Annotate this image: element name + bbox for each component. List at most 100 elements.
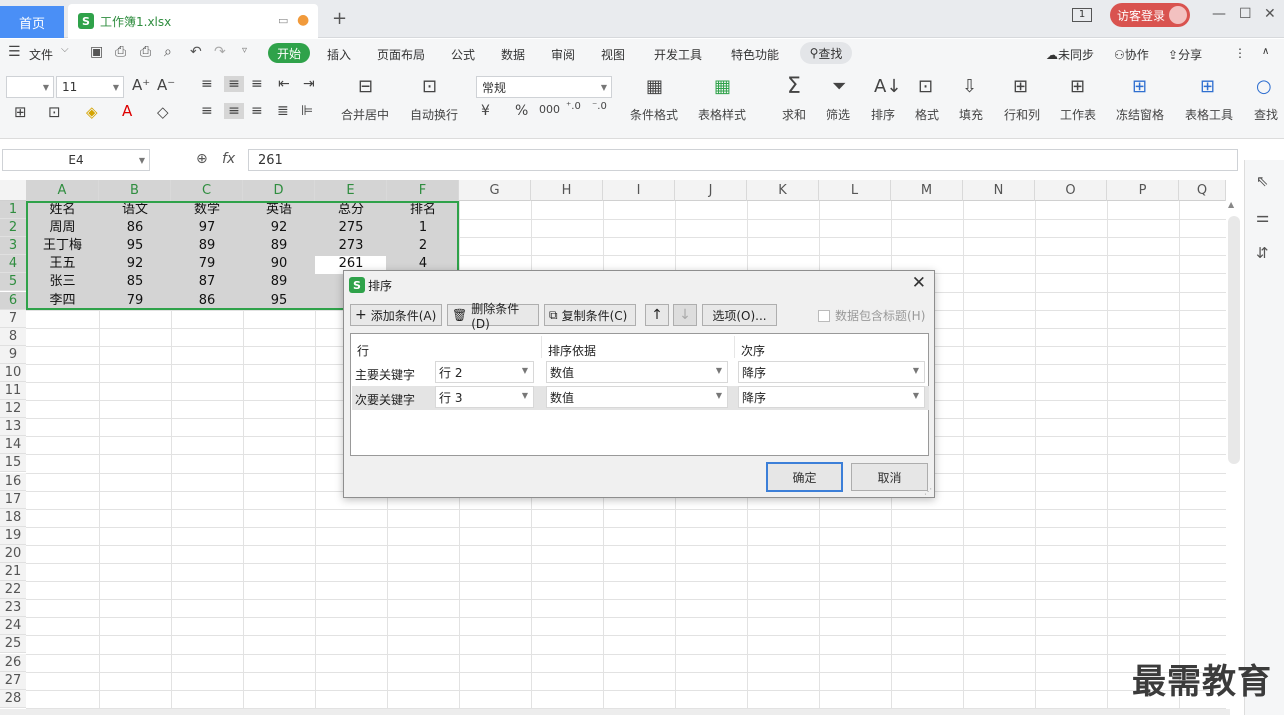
settings-sliders-icon[interactable]: ⚌	[1256, 208, 1269, 226]
column-header-i[interactable]: I	[603, 180, 675, 201]
save-icon[interactable]: ▣	[90, 44, 103, 60]
find-button[interactable]: 查找	[1254, 106, 1284, 123]
row-col-icon[interactable]: ⊞	[1013, 76, 1028, 97]
row-header[interactable]: 22	[0, 581, 26, 599]
collaborate-button[interactable]: ⚇协作	[1114, 46, 1149, 63]
merge-center-button[interactable]: 合并居中	[341, 106, 389, 123]
menu-developer[interactable]: 开发工具	[654, 46, 702, 63]
has-header-checkbox[interactable]: 数据包含标题(H)	[818, 307, 925, 324]
align-left-icon[interactable]: ≡	[201, 103, 213, 119]
page-badge-icon[interactable]: 1	[1072, 8, 1092, 22]
chevron-down-icon[interactable]: ⌵	[61, 44, 69, 55]
home-tab[interactable]: 首页	[0, 6, 64, 38]
fill-button[interactable]: 填充	[959, 106, 983, 123]
secondary-basis-select[interactable]: 数值 ▼	[546, 386, 728, 408]
menu-view[interactable]: 视图	[601, 46, 625, 63]
monitor-icon[interactable]: ▭	[278, 14, 288, 27]
output-icon[interactable]: ⎙	[115, 44, 126, 60]
row-header[interactable]: 4	[0, 255, 26, 273]
secondary-key-select[interactable]: 行 3 ▼	[435, 386, 534, 408]
sort-button[interactable]: 排序	[871, 106, 895, 123]
row-header[interactable]: 18	[0, 509, 26, 527]
merge-center-icon[interactable]: ⊟	[358, 76, 373, 97]
find-icon[interactable]: ○	[1256, 76, 1272, 97]
decrease-font-icon[interactable]: A⁻	[157, 76, 175, 94]
zoom-formula-icon[interactable]: ⊕	[196, 151, 208, 167]
resize-grip-icon[interactable]: ⋰	[924, 487, 932, 496]
number-format-select[interactable]: 常规 ▼	[476, 76, 612, 98]
align-right-icon[interactable]: ≡	[251, 103, 263, 119]
column-header-d[interactable]: D	[243, 180, 315, 201]
table-tools-button[interactable]: 表格工具	[1185, 106, 1233, 123]
fill-color-icon[interactable]: ◈	[86, 103, 98, 121]
more-icon[interactable]: ⋮	[1234, 46, 1246, 60]
menu-start[interactable]: 开始	[268, 43, 310, 63]
font-size-select[interactable]: 11 ▼	[56, 76, 124, 98]
row-header[interactable]: 14	[0, 436, 26, 454]
cell-style-icon[interactable]: ⊡	[48, 103, 61, 121]
justify-icon[interactable]: ≣	[277, 103, 289, 119]
sync-status[interactable]: ☁未同步	[1046, 46, 1094, 63]
table-style-icon[interactable]: ▦	[714, 76, 731, 97]
ok-button[interactable]: 确定	[766, 462, 843, 492]
format-icon[interactable]: ⊡	[918, 76, 933, 97]
increase-font-icon[interactable]: A⁺	[132, 76, 150, 94]
sort-icon[interactable]: A↓	[874, 76, 901, 97]
scroll-up-icon[interactable]: ▲	[1228, 200, 1234, 209]
row-header[interactable]: 21	[0, 563, 26, 581]
column-header-o[interactable]: O	[1035, 180, 1107, 201]
align-top-icon[interactable]: ≡	[201, 76, 213, 92]
secondary-order-select[interactable]: 降序 ▼	[738, 386, 925, 408]
row-col-button[interactable]: 行和列	[1004, 106, 1040, 123]
options-button[interactable]: 选项(O)...	[702, 304, 777, 326]
row-header[interactable]: 7	[0, 310, 26, 328]
clear-format-icon[interactable]: ◇	[157, 103, 169, 121]
font-name-select[interactable]: ▼	[6, 76, 54, 98]
column-header-q[interactable]: Q	[1179, 180, 1226, 201]
row-header[interactable]: 6	[0, 292, 26, 310]
table-tools-icon[interactable]: ⊞	[1200, 76, 1215, 97]
row-header[interactable]: 11	[0, 382, 26, 400]
align-bottom-icon[interactable]: ≡	[251, 76, 263, 92]
row-header[interactable]: 8	[0, 328, 26, 346]
new-tab-plus-icon[interactable]: +	[332, 8, 347, 29]
row-header[interactable]: 12	[0, 400, 26, 418]
row-header[interactable]: 10	[0, 364, 26, 382]
column-header-m[interactable]: M	[891, 180, 963, 201]
add-condition-button[interactable]: + 添加条件(A)	[350, 304, 442, 326]
row-header[interactable]: 15	[0, 454, 26, 472]
menu-formula[interactable]: 公式	[451, 46, 475, 63]
column-header-k[interactable]: K	[747, 180, 819, 201]
share-button[interactable]: ⇪分享	[1168, 46, 1202, 63]
hamburger-menu-icon[interactable]: ☰	[8, 44, 21, 60]
minimize-icon[interactable]: —	[1212, 6, 1226, 22]
menu-insert[interactable]: 插入	[327, 46, 351, 63]
column-header-e[interactable]: E	[315, 180, 387, 201]
column-header-c[interactable]: C	[171, 180, 243, 201]
menu-review[interactable]: 审阅	[551, 46, 575, 63]
cursor-select-icon[interactable]: ⇖	[1256, 172, 1269, 190]
column-header-n[interactable]: N	[963, 180, 1035, 201]
guest-login-button[interactable]: 访客登录	[1110, 3, 1190, 27]
cancel-button[interactable]: 取消	[851, 463, 928, 491]
fx-icon[interactable]: fx	[222, 151, 235, 167]
column-header-a[interactable]: A	[26, 180, 99, 201]
row-header[interactable]: 24	[0, 617, 26, 635]
quick-access-more-icon[interactable]: ▿	[242, 45, 247, 56]
close-icon[interactable]: ✕	[912, 273, 926, 293]
column-header-h[interactable]: H	[531, 180, 603, 201]
row-header[interactable]: 28	[0, 690, 26, 708]
redo-icon[interactable]: ↷	[214, 44, 226, 60]
row-header[interactable]: 5	[0, 273, 26, 291]
conditional-format-button[interactable]: 条件格式	[630, 106, 678, 123]
primary-key-select[interactable]: 行 2 ▼	[435, 361, 534, 383]
document-tab[interactable]: S 工作簿1.xlsx ▭ ●	[68, 4, 318, 38]
row-header[interactable]: 25	[0, 635, 26, 653]
row-header[interactable]: 13	[0, 418, 26, 436]
increase-decimal-icon[interactable]: ⁺.0	[566, 101, 581, 112]
table-style-button[interactable]: 表格样式	[698, 106, 746, 123]
row-header[interactable]: 1	[0, 201, 26, 219]
column-header-j[interactable]: J	[675, 180, 747, 201]
align-middle-icon[interactable]: ≡	[224, 76, 244, 92]
close-window-icon[interactable]: ✕	[1264, 6, 1276, 22]
